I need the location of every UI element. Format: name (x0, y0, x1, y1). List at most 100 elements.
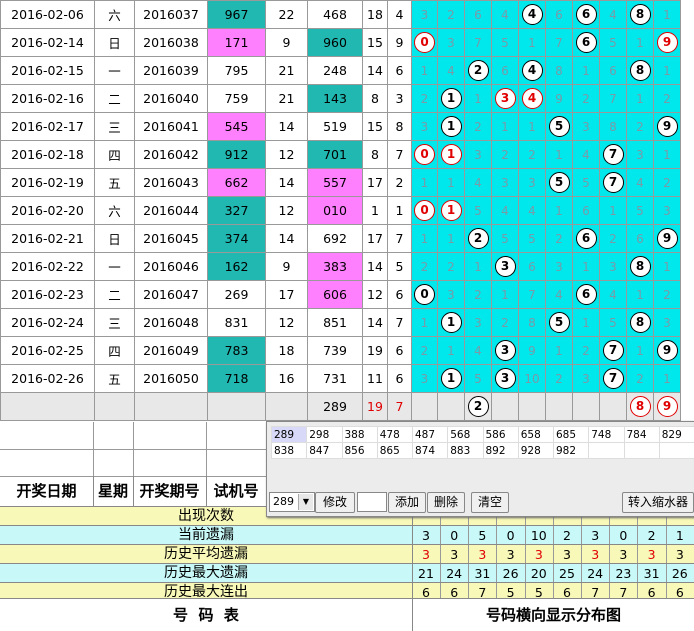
number-list-item[interactable]: 838 (272, 443, 307, 459)
dist-cell: 9 (519, 337, 546, 365)
draw-weekday: 四 (95, 141, 135, 169)
draw-number: 783 (208, 337, 266, 365)
number-ball: 6 (576, 32, 597, 53)
dist-cell: 7 (465, 29, 492, 57)
number-list-item[interactable]: 982 (554, 443, 589, 459)
dist-cell: 2 (492, 309, 519, 337)
number-list-item[interactable]: 586 (483, 427, 518, 443)
draw-weekday: 五 (95, 169, 135, 197)
dist-cell: 3 (492, 169, 519, 197)
dist-cell: 3 (412, 1, 438, 29)
number-list-item[interactable]: 748 (589, 427, 624, 443)
dist-cell: 2 (412, 253, 438, 281)
delete-button[interactable]: 删除 (427, 492, 465, 513)
dist-cell: 6 (573, 281, 600, 309)
dist-cell: 10 (519, 365, 546, 393)
draw-date: 2016-02-18 (1, 141, 95, 169)
number-list-item[interactable]: 883 (448, 443, 483, 459)
header-weekday: 星期 (93, 476, 134, 506)
number-ball: 0 (414, 200, 435, 221)
dist-cell: 5 (600, 309, 627, 337)
number-ball: 2 (468, 228, 489, 249)
number-list-item[interactable]: 685 (554, 427, 589, 443)
chevron-down-icon[interactable]: ▼ (298, 494, 313, 510)
dist-cell: 5 (492, 29, 519, 57)
prediction-cell: 9 (654, 393, 681, 421)
draw-date: 2016-02-14 (1, 29, 95, 57)
clear-button[interactable]: 清空 (471, 492, 509, 513)
draw-issue: 2016042 (135, 141, 208, 169)
dist-cell: 4 (573, 141, 600, 169)
add-button[interactable]: 添加 (388, 492, 426, 513)
dist-cell: 7 (600, 85, 627, 113)
dist-cell: 6 (600, 57, 627, 85)
number-list-item[interactable]: 856 (342, 443, 377, 459)
draw-weekday: 二 (95, 281, 135, 309)
number-list-item[interactable]: 289 (272, 427, 307, 443)
number-ball: 3 (495, 340, 516, 361)
draw-weekday: 五 (95, 365, 135, 393)
draw-number: 171 (208, 29, 266, 57)
stat-value: 3 (468, 545, 497, 564)
number-list-item[interactable]: 829 (659, 427, 694, 443)
number-select[interactable]: 289 ▼ (269, 492, 315, 512)
number-list-item[interactable]: 928 (518, 443, 553, 459)
draw-sum: 12 (266, 309, 308, 337)
dist-cell: 1 (465, 85, 492, 113)
dist-cell: 3 (654, 309, 681, 337)
header-date: 开奖日期 (0, 476, 94, 506)
dist-cell: 2 (412, 337, 438, 365)
number-list-item[interactable] (624, 443, 659, 459)
number-list-item[interactable]: 388 (342, 427, 377, 443)
draw-sum: 18 (266, 337, 308, 365)
number-ball: 9 (657, 340, 678, 361)
dist-cell: 9 (654, 113, 681, 141)
dist-cell: 1 (573, 309, 600, 337)
dist-cell: 4 (519, 57, 546, 85)
edit-button[interactable]: 修改 (315, 492, 355, 513)
draw-weekday: 三 (95, 309, 135, 337)
number-list-item[interactable]: 874 (413, 443, 448, 459)
number-list-item[interactable]: 892 (483, 443, 518, 459)
input-field[interactable] (357, 492, 387, 512)
number-list-item[interactable]: 487 (413, 427, 448, 443)
draw-issue: 2016047 (135, 281, 208, 309)
number-list-item[interactable]: 865 (377, 443, 412, 459)
number-list-item[interactable] (589, 443, 624, 459)
dist-cell: 4 (519, 1, 546, 29)
draw-issue: 2016049 (135, 337, 208, 365)
draw-sum: 21 (266, 57, 308, 85)
stat-value: 26 (497, 564, 526, 583)
stat-value: 23 (609, 564, 638, 583)
test-span: 2 (388, 169, 412, 197)
number-list-item[interactable]: 478 (377, 427, 412, 443)
number-list-item[interactable]: 784 (624, 427, 659, 443)
dist-cell: 2 (465, 57, 492, 85)
test-sum: 15 (363, 29, 388, 57)
dist-cell: 1 (492, 113, 519, 141)
dist-cell: 9 (654, 29, 681, 57)
number-list-item[interactable]: 568 (448, 427, 483, 443)
test-number: 248 (308, 57, 363, 85)
dist-cell: 3 (438, 281, 465, 309)
dist-cell: 3 (492, 85, 519, 113)
shrink-button[interactable]: 转入缩水器 (622, 492, 694, 513)
test-sum: 8 (363, 141, 388, 169)
draw-issue: 2016043 (135, 169, 208, 197)
stat-row: 历史平均遗漏3333333333 (0, 544, 694, 564)
number-list-item[interactable] (659, 443, 694, 459)
table-row: 2016-02-20六201604432712010110154416153 (1, 197, 681, 225)
number-list-item[interactable]: 658 (518, 427, 553, 443)
number-list-item[interactable]: 847 (307, 443, 342, 459)
table-row: 2016-02-06六2016037967224681843264466481 (1, 1, 681, 29)
number-list[interactable]: 2892983884784875685866586857487848298388… (271, 426, 694, 459)
number-ball: 5 (549, 116, 570, 137)
number-list-item[interactable]: 298 (307, 427, 342, 443)
dist-cell: 0 (412, 141, 438, 169)
dist-cell: 5 (519, 225, 546, 253)
dist-cell: 2 (573, 337, 600, 365)
draw-number: 269 (208, 281, 266, 309)
draw-date: 2016-02-19 (1, 169, 95, 197)
dist-cell: 3 (465, 309, 492, 337)
draw-date: 2016-02-23 (1, 281, 95, 309)
